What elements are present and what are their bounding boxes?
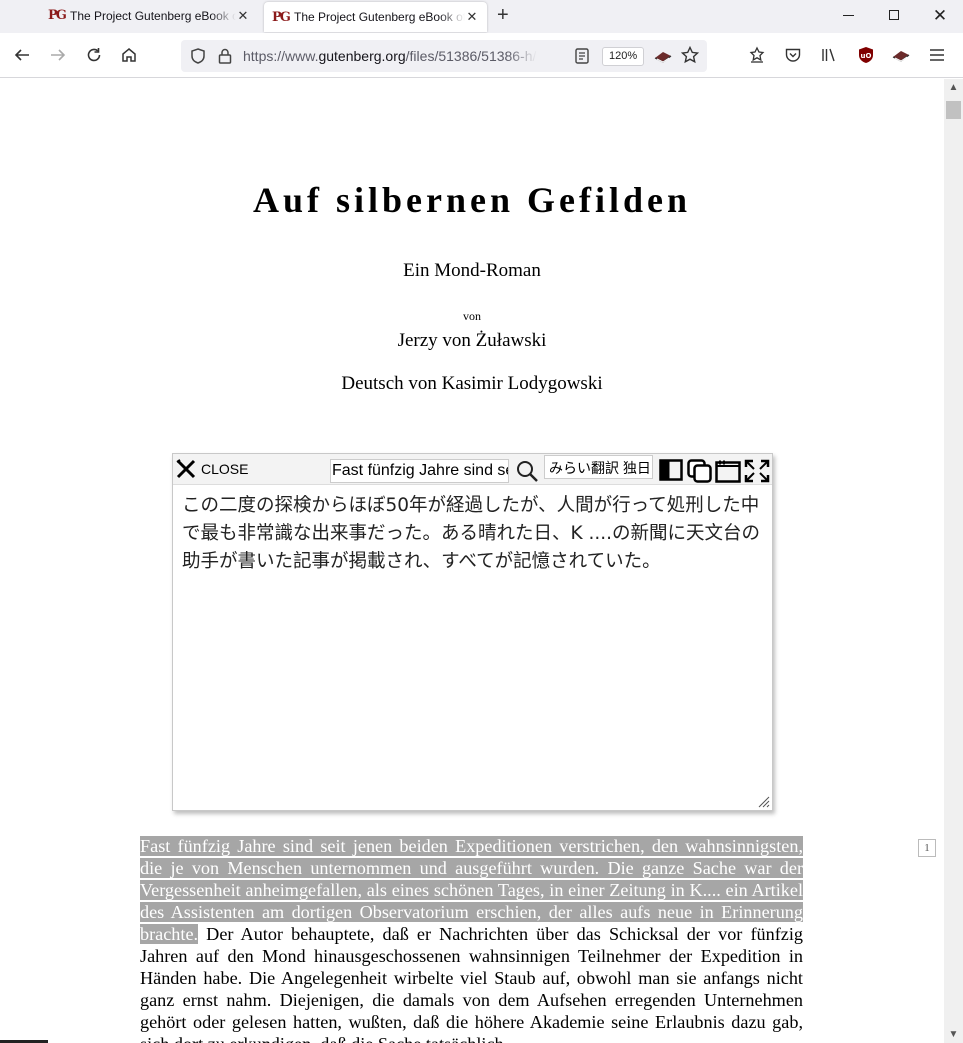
url-path: /files/51386/51386-h/51386: [405, 48, 537, 64]
reading-book-extension-icon: [892, 51, 910, 62]
home-icon: [122, 48, 136, 62]
svg-text:uO: uO: [861, 52, 872, 60]
fullscreen-icon[interactable]: [744, 459, 770, 483]
tab-close-icon[interactable]: ✕: [465, 9, 479, 25]
back-button[interactable]: [10, 43, 34, 67]
popup-close-button[interactable]: CLOSE: [175, 458, 248, 480]
window-icon[interactable]: [715, 459, 741, 483]
maximize-icon: [889, 10, 899, 20]
tab-title: The Project Gutenberg eBook of: [294, 10, 465, 24]
close-x-icon: [176, 459, 196, 479]
save-to-pocket-icon: [749, 46, 765, 63]
minimize-icon: [842, 14, 854, 16]
reload-button[interactable]: [82, 43, 106, 67]
url-text[interactable]: https://www.gutenberg.org/files/51386/51…: [243, 48, 537, 64]
tab-2-active[interactable]: PG The Project Gutenberg eBook of ✕: [264, 2, 487, 32]
forward-arrow-icon: [51, 49, 66, 61]
new-tab-button[interactable]: +: [497, 4, 509, 27]
library-button[interactable]: [818, 44, 840, 66]
translation-text: この二度の探検からほぼ50年が経過したが、人間が行って処刑した中で最も非常識な出…: [182, 495, 761, 572]
byline-von: von: [463, 309, 481, 323]
reader-view-icon[interactable]: [574, 47, 590, 65]
popup-close-label: CLOSE: [201, 461, 249, 477]
ublock-origin-icon: uO: [859, 47, 873, 63]
resize-grip-icon[interactable]: [758, 796, 770, 808]
reading-book-extension-icon[interactable]: [653, 47, 673, 65]
translation-popup: CLOSE Fast fünfzig Jahre sind seit jenen…: [172, 453, 773, 811]
first-paragraph: Fast fünfzig Jahre sind seit jenen beide…: [140, 835, 803, 1043]
page-number: 1: [918, 839, 936, 857]
popup-search-input[interactable]: Fast fünfzig Jahre sind seit jenen beide…: [330, 459, 509, 483]
library-icon: [822, 48, 835, 62]
hamburger-menu-icon: [930, 49, 944, 61]
vertical-scrollbar[interactable]: ▲ ▼: [944, 79, 963, 1043]
copy-icon[interactable]: [687, 459, 713, 483]
navigation-toolbar: https://www.gutenberg.org/files/51386/51…: [0, 33, 963, 78]
book-translator: Deutsch von Kasimir Lodygowski: [341, 373, 603, 394]
gutenberg-favicon-icon: PG: [272, 9, 291, 25]
url-domain: gutenberg.org: [318, 48, 406, 64]
window-minimize-button[interactable]: [825, 0, 871, 30]
tracking-protection-shield-icon[interactable]: [189, 47, 207, 65]
tab-1[interactable]: PG The Project Gutenberg eBook of ✕: [40, 0, 258, 31]
pocket-button[interactable]: [782, 44, 804, 66]
book-subtitle: Ein Mond-Roman: [403, 260, 541, 281]
window-close-button[interactable]: ✕: [917, 0, 963, 30]
reading-book-extension-button[interactable]: [890, 44, 912, 66]
lock-icon[interactable]: [217, 47, 233, 65]
pocket-save-button[interactable]: [746, 44, 768, 66]
pocket-icon: [785, 48, 801, 62]
search-icon[interactable]: [515, 459, 539, 483]
book-author: Jerzy von Żuławski: [397, 330, 547, 351]
forward-button[interactable]: [46, 43, 70, 67]
sidebar-layout-icon[interactable]: [659, 459, 683, 481]
back-arrow-icon: [14, 49, 29, 61]
bookmark-star-icon[interactable]: [681, 46, 699, 64]
scrollbar-thumb[interactable]: [946, 101, 961, 119]
tab-bar: PG The Project Gutenberg eBook of ✕ PG T…: [0, 0, 963, 33]
popup-toolbar: CLOSE Fast fünfzig Jahre sind seit jenen…: [173, 454, 772, 485]
zoom-level-badge[interactable]: 120%: [602, 47, 645, 66]
paragraph-continuation: Der Autor behauptete, daß er Nachrichten…: [140, 924, 803, 1043]
url-scheme: https://www.: [243, 48, 319, 64]
ublock-origin-button[interactable]: uO: [855, 44, 877, 66]
window-maximize-button[interactable]: [871, 0, 917, 30]
page-content: Auf silbernen Gefilden Ein Mond-Roman vo…: [0, 79, 944, 1043]
reload-icon: [87, 48, 101, 62]
tab-close-icon[interactable]: ✕: [236, 8, 250, 24]
url-bar[interactable]: https://www.gutenberg.org/files/51386/51…: [181, 40, 707, 72]
book-title: Auf silbernen Gefilden: [252, 180, 691, 220]
app-menu-button[interactable]: [926, 44, 948, 66]
translation-engine-select[interactable]: みらい翻訳 独日: [544, 455, 653, 479]
home-button[interactable]: [117, 43, 141, 67]
tab-title: The Project Gutenberg eBook of: [70, 8, 236, 23]
scroll-up-arrow-icon[interactable]: ▲: [944, 79, 963, 96]
scroll-down-arrow-icon[interactable]: ▼: [944, 1026, 963, 1043]
gutenberg-favicon-icon: PG: [48, 8, 67, 23]
close-icon: ✕: [932, 5, 948, 25]
